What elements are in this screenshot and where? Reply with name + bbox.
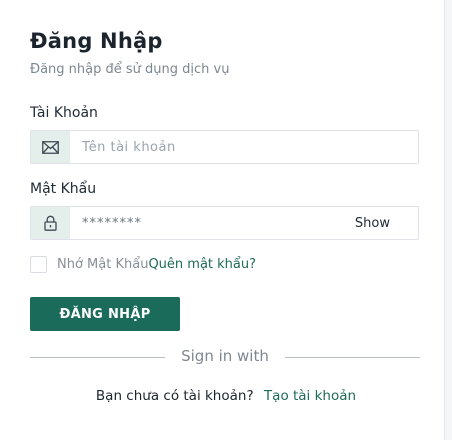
remember-row: Nhớ Mật Khẩu Quên mật khẩu? bbox=[30, 256, 256, 273]
password-input[interactable] bbox=[82, 207, 332, 239]
forgot-password-link[interactable]: Quên mật khẩu? bbox=[148, 257, 256, 272]
divider-line-right bbox=[285, 357, 420, 358]
sign-in-with-divider: Sign in with bbox=[30, 346, 420, 368]
username-label: Tài Khoản bbox=[30, 105, 98, 121]
lock-icon bbox=[31, 207, 70, 239]
remember-checkbox[interactable] bbox=[30, 256, 47, 273]
username-input[interactable] bbox=[82, 131, 402, 163]
divider-text: Sign in with bbox=[181, 347, 269, 365]
password-label: Mật Khẩu bbox=[30, 181, 97, 197]
signup-question: Bạn chưa có tài khoản? bbox=[95, 388, 254, 404]
password-field: Show bbox=[30, 206, 419, 240]
login-button[interactable]: ĐĂNG NHẬP bbox=[30, 297, 180, 331]
page-subtitle: Đăng nhập để sử dụng dịch vụ bbox=[30, 62, 230, 77]
create-account-link[interactable]: Tạo tài khoản bbox=[264, 388, 356, 404]
remember-label[interactable]: Nhớ Mật Khẩu bbox=[57, 257, 148, 272]
page-edge-strip bbox=[444, 0, 452, 440]
username-field bbox=[30, 130, 419, 164]
mail-icon bbox=[31, 131, 70, 163]
page-title: Đăng Nhập bbox=[30, 29, 163, 53]
show-password-button[interactable]: Show bbox=[355, 216, 390, 231]
signup-row: Bạn chưa có tài khoản? Tạo tài khoản bbox=[0, 388, 452, 404]
